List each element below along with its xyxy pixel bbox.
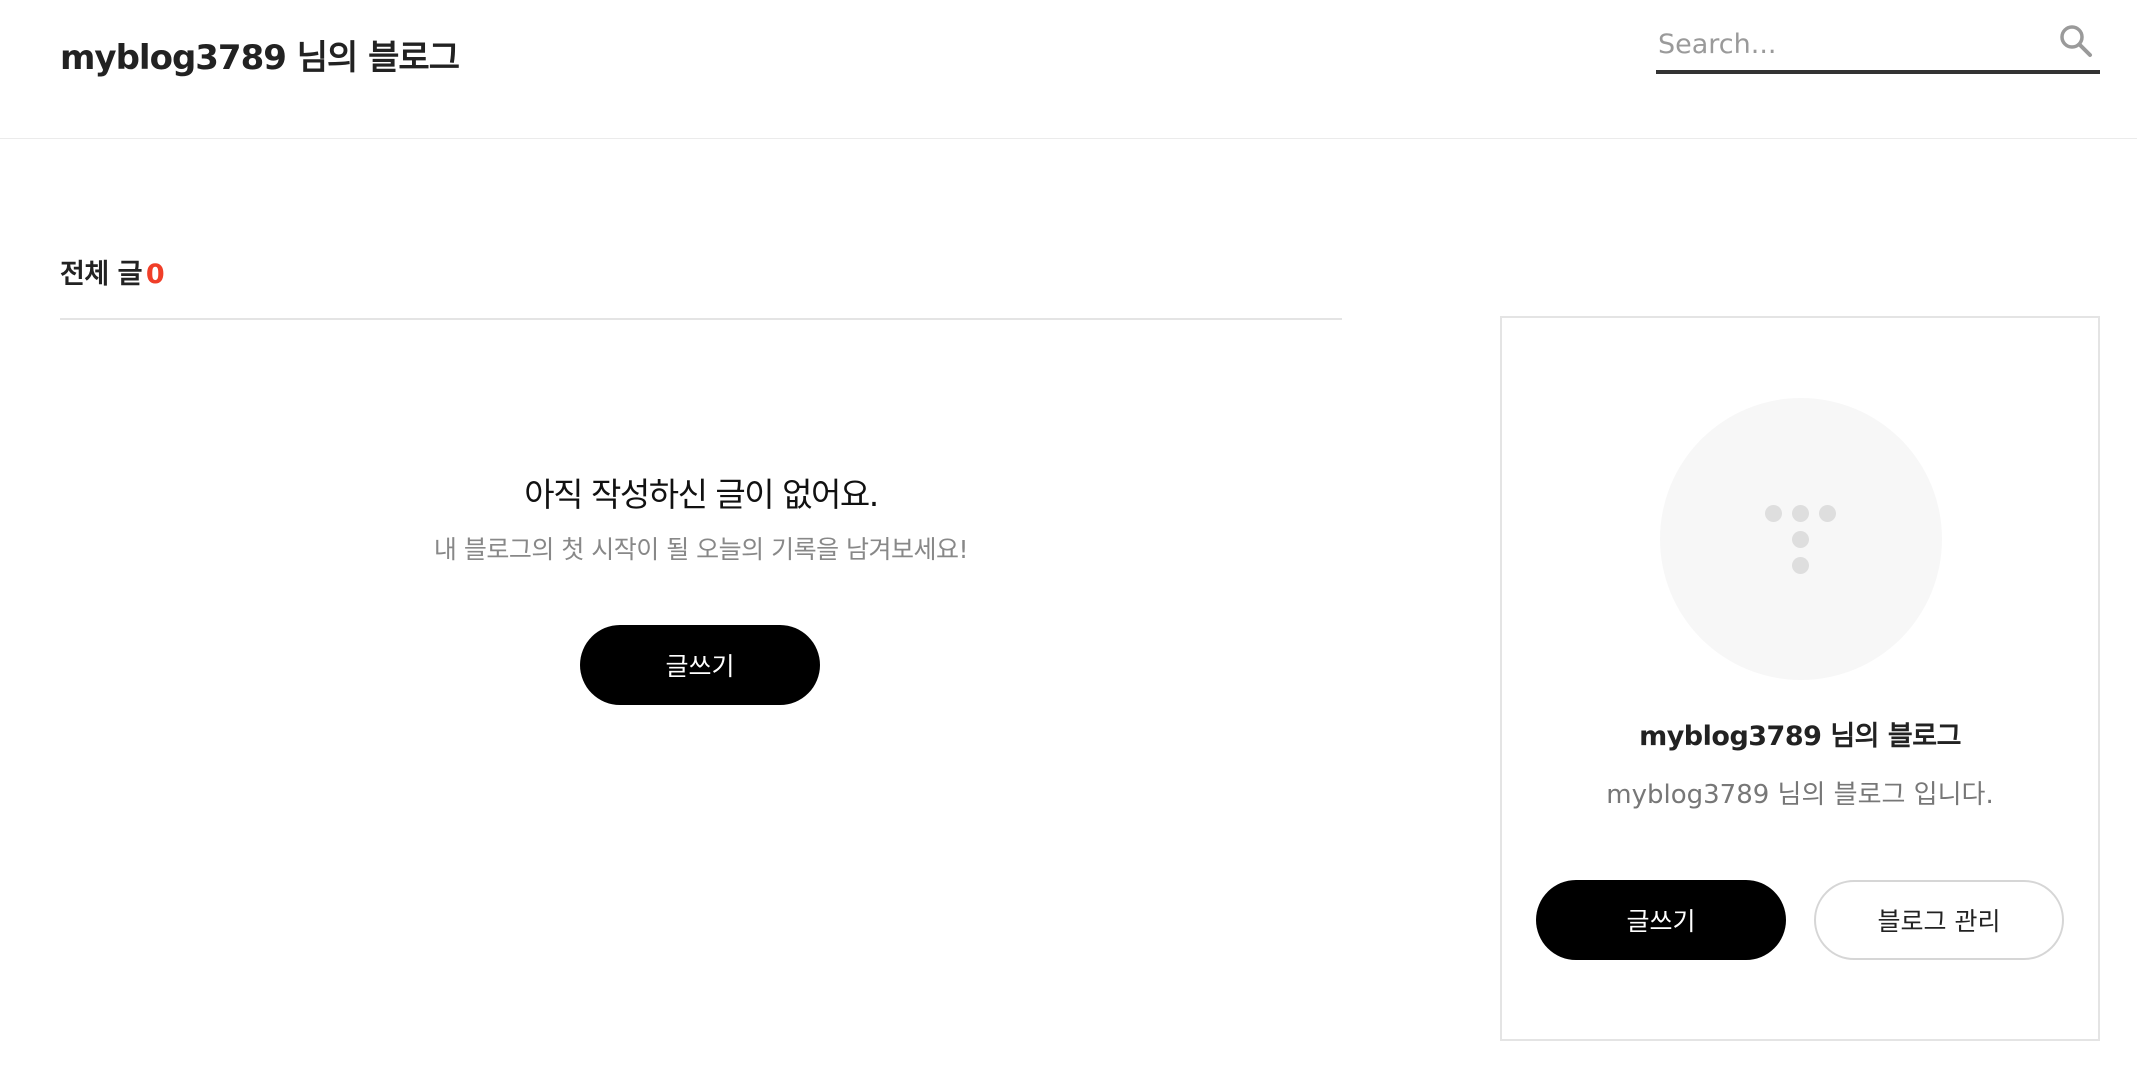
- search-button[interactable]: [2056, 22, 2096, 62]
- avatar-dot: [1792, 531, 1809, 548]
- profile-description: myblog3789 님의 블로그 입니다.: [1606, 780, 1994, 810]
- sidebar-write-button[interactable]: 글쓰기: [1536, 880, 1786, 960]
- profile-card: myblog3789 님의 블로그 myblog3789 님의 블로그 입니다.…: [1500, 316, 2100, 1041]
- empty-state-title: 아직 작성하신 글이 없어요.: [524, 475, 879, 514]
- search-bar: [1656, 18, 2100, 74]
- content-divider: [60, 318, 1342, 320]
- post-count-label: 전체 글: [60, 259, 142, 290]
- avatar-dot: [1819, 505, 1836, 522]
- write-post-button[interactable]: 글쓰기: [580, 625, 820, 705]
- avatar-dot: [1792, 557, 1809, 574]
- post-count-heading: 전체 글0: [60, 252, 165, 291]
- blog-manage-button[interactable]: 블로그 관리: [1814, 880, 2064, 960]
- avatar-dot: [1765, 505, 1782, 522]
- default-avatar-icon: [1660, 398, 1942, 680]
- post-count-number: 0: [145, 259, 165, 290]
- search-input[interactable]: [1658, 18, 2028, 70]
- blog-header: myblog3789 님의 블로그: [0, 0, 2137, 139]
- empty-state: 아직 작성하신 글이 없어요. 내 블로그의 첫 시작이 될 오늘의 기록을 남…: [60, 470, 1342, 568]
- profile-name: myblog3789 님의 블로그: [1639, 721, 1961, 752]
- search-icon: [2060, 24, 2092, 57]
- avatar-dot: [1792, 505, 1809, 522]
- empty-state-description: 내 블로그의 첫 시작이 될 오늘의 기록을 남겨보세요!: [433, 535, 969, 564]
- blog-title[interactable]: myblog3789 님의 블로그: [60, 30, 460, 79]
